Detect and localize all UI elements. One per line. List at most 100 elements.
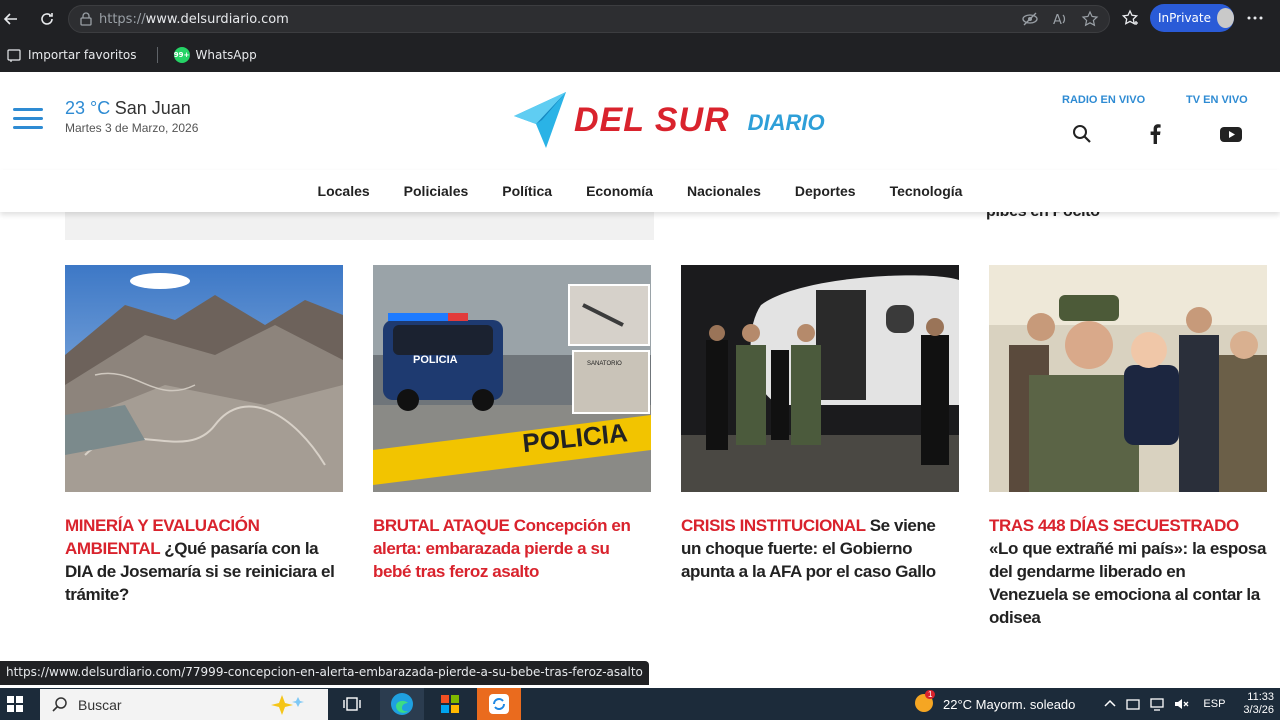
volume-muted-icon[interactable] xyxy=(1173,696,1189,712)
current-date: Martes 3 de Marzo, 2026 xyxy=(65,121,199,135)
taskbar-search[interactable]: Buscar xyxy=(40,689,328,720)
store-taskbar-app[interactable] xyxy=(428,688,472,720)
back-arrow-icon xyxy=(3,13,17,25)
refresh-button[interactable] xyxy=(30,2,64,36)
favorites-divider xyxy=(156,47,158,63)
article-image-mining[interactable] xyxy=(65,265,343,492)
svg-text:A: A xyxy=(1053,13,1062,28)
logo-primary-text: DEL SUR xyxy=(574,100,730,139)
mountain-photo xyxy=(65,265,343,492)
article-headline[interactable]: BRUTAL ATAQUE Concepción en alerta: emba… xyxy=(373,514,651,583)
clock-date: 3/3/26 xyxy=(1243,704,1274,716)
network-icon[interactable] xyxy=(1149,696,1165,712)
article-image-police[interactable]: POLICIA POLICIA SANATORIO xyxy=(373,265,651,492)
weather-temp: 23 °C xyxy=(65,98,111,118)
airport-photo xyxy=(681,265,959,492)
sanatorio-sign: SANATORIO xyxy=(587,361,622,367)
article-kicker: TRAS 448 DÍAS SECUESTRADO xyxy=(989,516,1239,535)
article-image-gendarme[interactable] xyxy=(989,265,1267,492)
edge-taskbar-app[interactable] xyxy=(380,688,424,720)
import-favorites-link[interactable]: Importar favoritos xyxy=(6,47,137,63)
inprivate-label: InPrivate xyxy=(1158,11,1211,25)
browser-right-tools: InPrivate xyxy=(1120,4,1266,32)
favorites-bar: Importar favoritos 99+ WhatsApp xyxy=(0,38,1280,72)
sync-icon xyxy=(489,694,509,714)
logo-secondary-text: DIARIO xyxy=(747,110,825,135)
browser-toolbar: https://www.delsurdiario.com A InPrivate xyxy=(0,0,1280,38)
article-kicker: CRISIS INSTITUCIONAL xyxy=(681,516,866,535)
youtube-icon[interactable] xyxy=(1220,124,1242,144)
status-bar-url: https://www.delsurdiario.com/77999-conce… xyxy=(0,661,649,685)
language-indicator[interactable]: ESP xyxy=(1203,698,1225,710)
article-title: «Lo que extrañé mi país»: la esposa del … xyxy=(989,539,1267,627)
task-view-icon xyxy=(343,697,361,711)
url-text: https://www.delsurdiario.com xyxy=(99,12,289,27)
article-card[interactable]: CRISIS INSTITUCIONAL Se viene un choque … xyxy=(681,265,959,583)
favorites-icon[interactable] xyxy=(1120,8,1140,28)
nav-deportes[interactable]: Deportes xyxy=(795,183,856,199)
tv-live-link[interactable]: TV EN VIVO xyxy=(1186,94,1248,106)
nav-nacionales[interactable]: Nacionales xyxy=(687,183,761,199)
task-view-button[interactable] xyxy=(330,688,374,720)
police-car-label: POLICIA xyxy=(413,354,458,366)
lock-icon xyxy=(80,12,92,26)
article-kicker: BRUTAL ATAQUE xyxy=(373,516,510,535)
address-bar[interactable]: https://www.delsurdiario.com A xyxy=(68,5,1110,33)
profile-avatar xyxy=(1216,8,1234,28)
weather-alert-badge: 1 xyxy=(925,689,936,699)
taskbar-search-placeholder: Buscar xyxy=(78,696,122,713)
more-menu-icon[interactable] xyxy=(1244,8,1266,28)
article-headline[interactable]: TRAS 448 DÍAS SECUESTRADO «Lo que extrañ… xyxy=(989,514,1267,629)
back-button[interactable] xyxy=(0,2,28,36)
weather-tray[interactable]: 1 xyxy=(913,689,936,717)
weather-widget: 23 °C San Juan Martes 3 de Marzo, 2026 xyxy=(65,98,198,135)
site-header: 23 °C San Juan Martes 3 de Marzo, 2026 D… xyxy=(0,72,1280,170)
article-card[interactable]: TRAS 448 DÍAS SECUESTRADO «Lo que extrañ… xyxy=(989,265,1267,629)
article-image-plane[interactable] xyxy=(681,265,959,492)
import-icon xyxy=(7,49,21,62)
windows-logo-icon xyxy=(7,696,23,712)
address-bar-actions: A xyxy=(1021,10,1099,28)
site-logo[interactable]: DEL SUR DIARIO xyxy=(512,88,842,152)
system-tray: 1 22°C Mayorm. soleado ESP 11:33 3/3/26 xyxy=(913,688,1280,720)
gendarme-photo xyxy=(989,265,1267,492)
nav-politica[interactable]: Política xyxy=(502,183,552,199)
whatsapp-link[interactable]: 99+ WhatsApp xyxy=(173,47,257,63)
grid-apps-icon xyxy=(441,695,459,713)
article-headline[interactable]: CRISIS INSTITUCIONAL Se viene un choque … xyxy=(681,514,959,583)
chevron-up-icon[interactable] xyxy=(1103,697,1117,711)
windows-taskbar: Buscar 1 22°C Mayorm. soleado ESP 11:33 … xyxy=(0,688,1280,720)
url-protocol: https:// xyxy=(99,11,146,27)
sparkle-icon xyxy=(271,695,304,715)
nav-locales[interactable]: Locales xyxy=(318,183,370,199)
nav-economia[interactable]: Economía xyxy=(586,183,653,199)
refresh-icon xyxy=(41,13,53,25)
radio-live-link[interactable]: RADIO EN VIVO xyxy=(1062,94,1145,106)
article-card[interactable]: MINERÍA Y EVALUACIÓN AMBIENTAL ¿Qué pasa… xyxy=(65,265,343,606)
clock-time: 11:33 xyxy=(1247,691,1274,703)
main-nav: Locales Policiales Política Economía Nac… xyxy=(0,170,1280,212)
nav-policiales[interactable]: Policiales xyxy=(404,183,469,199)
clock[interactable]: 11:33 3/3/26 xyxy=(1243,691,1274,717)
paper-plane-logo-icon xyxy=(514,92,566,148)
search-icon[interactable] xyxy=(1072,124,1092,144)
facebook-icon[interactable] xyxy=(1148,124,1162,144)
tracking-prevention-icon[interactable] xyxy=(1021,10,1039,28)
sync-taskbar-app[interactable] xyxy=(477,688,521,720)
article-headline[interactable]: MINERÍA Y EVALUACIÓN AMBIENTAL ¿Qué pasa… xyxy=(65,514,343,606)
start-button[interactable] xyxy=(0,688,30,720)
search-icon xyxy=(52,696,67,712)
url-host: www.delsurdiario.com xyxy=(145,11,289,27)
nav-tecnologia[interactable]: Tecnología xyxy=(890,183,963,199)
police-photo: POLICIA POLICIA SANATORIO xyxy=(373,265,651,492)
edge-icon xyxy=(391,693,413,715)
tray-weather-text[interactable]: 22°C Mayorm. soleado xyxy=(943,697,1075,712)
favorite-star-icon[interactable] xyxy=(1081,10,1099,28)
inprivate-badge[interactable]: InPrivate xyxy=(1150,4,1234,32)
menu-icon[interactable] xyxy=(13,108,43,130)
meet-now-icon[interactable] xyxy=(1125,696,1141,712)
whatsapp-icon: 99+ xyxy=(173,47,190,63)
read-aloud-icon[interactable]: A xyxy=(1051,10,1069,28)
article-card[interactable]: POLICIA POLICIA SANATORIO BRUTAL ATAQUE … xyxy=(373,265,651,583)
import-favorites-label: Importar favoritos xyxy=(28,48,137,62)
